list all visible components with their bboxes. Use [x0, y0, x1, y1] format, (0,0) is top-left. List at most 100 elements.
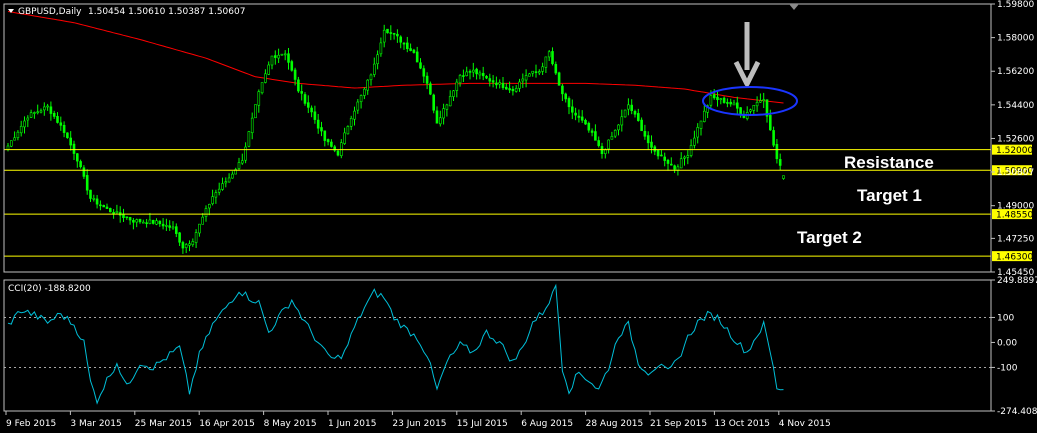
candle-body	[29, 112, 33, 118]
candle-body	[323, 130, 327, 141]
candle-body	[752, 105, 756, 111]
candle-body	[138, 218, 142, 223]
candle-body	[772, 130, 775, 146]
candle-body	[597, 140, 601, 146]
candle-body	[26, 117, 30, 121]
price-y-tick-label: 1.50807	[997, 168, 1034, 178]
candle-body	[280, 53, 284, 56]
candle-body	[689, 145, 693, 156]
candle-body	[19, 125, 23, 134]
candle-body	[580, 116, 584, 121]
candle-body	[481, 73, 485, 77]
candle-body	[56, 116, 59, 123]
candle-body	[112, 211, 115, 215]
candle-body	[184, 244, 188, 248]
candle-body	[564, 93, 568, 100]
level-annotation: Target 2	[797, 228, 862, 247]
x-tick-label: 21 Sep 2015	[650, 419, 707, 429]
candle-body	[201, 216, 204, 225]
candle-body	[574, 112, 577, 116]
ohlc-label: 1.50454 1.50610 1.50387 1.50607	[88, 7, 245, 17]
candle-body	[570, 106, 574, 113]
candle-body	[122, 214, 125, 218]
candle-body	[584, 119, 587, 125]
candle-body	[709, 95, 713, 106]
candle-body	[142, 221, 145, 224]
candle-body	[577, 115, 581, 118]
candle-body	[778, 159, 782, 166]
candle-body	[422, 68, 426, 77]
candle-body	[693, 137, 696, 146]
symbol-label: GBPUSD,Daily	[18, 7, 82, 17]
candle-body	[13, 137, 16, 141]
candle-body	[33, 112, 36, 114]
candle-body	[99, 204, 102, 207]
candle-body	[419, 62, 422, 69]
candle-body	[610, 136, 614, 140]
candle-body	[759, 100, 762, 103]
candle-body	[415, 51, 419, 63]
chart-svg: 1.52000Resistance 1.50900Target 11.485501…	[0, 0, 1037, 433]
x-tick-label: 28 Aug 2015	[586, 419, 644, 429]
candle-body	[663, 156, 667, 161]
candle-body	[683, 156, 686, 159]
candle-body	[366, 79, 370, 91]
candle-body	[231, 173, 234, 179]
candle-body	[465, 71, 469, 76]
level-label: 1.46300	[996, 253, 1033, 263]
price-y-tick-label: 1.58000	[997, 34, 1034, 44]
candle-body	[270, 55, 274, 66]
price-y-tick-label: 1.59800	[997, 0, 1034, 10]
candle-body	[273, 55, 277, 58]
candle-body	[359, 95, 363, 103]
candle-body	[468, 71, 472, 73]
candle-body	[132, 220, 135, 223]
candle-body	[498, 82, 502, 85]
candle-body	[89, 189, 92, 199]
candle-body	[297, 79, 300, 92]
candle-body	[544, 56, 548, 68]
candle-body	[36, 111, 40, 114]
candle-body	[376, 54, 379, 65]
candle-body	[630, 104, 634, 112]
x-tick-label: 4 Nov 2015	[779, 419, 831, 429]
candle-body	[405, 42, 409, 49]
candle-body	[303, 94, 307, 104]
candle-body	[438, 117, 442, 125]
candle-body	[455, 81, 459, 91]
candle-body	[587, 122, 591, 131]
candle-body	[306, 102, 310, 108]
candle-body	[732, 102, 736, 106]
candle-body	[557, 72, 561, 86]
x-tick-label: 1 Jun 2015	[328, 419, 376, 429]
candle-body	[607, 139, 610, 150]
candle-body	[518, 81, 521, 89]
candle-body	[462, 75, 465, 77]
x-tick-label: 23 Jun 2015	[392, 419, 446, 429]
cci-y-tick-label: 0.00	[997, 338, 1017, 348]
candle-body	[214, 192, 218, 198]
candle-body	[768, 115, 772, 131]
candle-body	[217, 188, 221, 193]
price-y-tick-label: 1.56200	[997, 67, 1034, 77]
candle-body	[640, 119, 643, 132]
candle-body	[237, 162, 241, 169]
candle-body	[478, 72, 482, 76]
candle-body	[594, 131, 597, 141]
candle-body	[739, 107, 742, 115]
candle-body	[402, 42, 406, 45]
candle-body	[425, 75, 429, 84]
candle-body	[128, 217, 132, 221]
candle-body	[343, 132, 346, 144]
candle-body	[260, 82, 264, 94]
candle-body	[356, 101, 360, 111]
x-tick-label: 6 Aug 2015	[521, 419, 573, 429]
candle-body	[650, 141, 653, 148]
candle-body	[135, 219, 138, 223]
candle-body	[396, 33, 399, 37]
candle-body	[287, 53, 290, 63]
candle-body	[244, 146, 247, 161]
candle-body	[145, 222, 148, 224]
candle-body	[603, 149, 607, 154]
candle-body	[623, 109, 627, 118]
